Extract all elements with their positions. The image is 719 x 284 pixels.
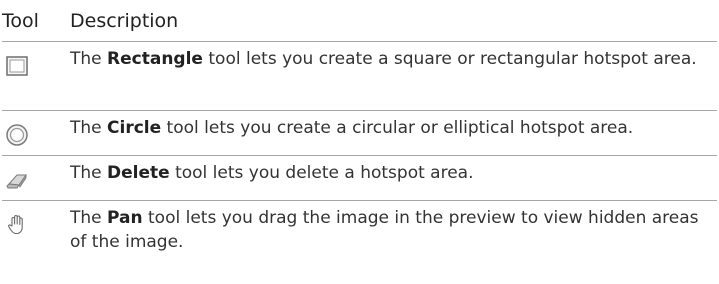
tool-name-pan: Pan — [107, 208, 143, 228]
hand-tool-icon — [8, 214, 23, 235]
table-row-pan: The Pan tool lets you drag the image in … — [2, 201, 717, 281]
description-delete: The Delete tool lets you delete a hotspo… — [70, 163, 474, 183]
table-row-rectangle: The Rectangle tool lets you create a squ… — [2, 42, 717, 111]
table-row-circle: The Circle tool lets you create a circul… — [2, 111, 717, 156]
description-pan: The Pan tool lets you drag the image in … — [70, 208, 699, 252]
rectangle-tool-icon — [6, 56, 28, 76]
table-header: Tool Description — [2, 0, 717, 42]
description-rectangle: The Rectangle tool lets you create a squ… — [70, 49, 697, 69]
eraser-tool-icon — [6, 173, 27, 189]
circle-tool-icon — [6, 124, 28, 146]
tools-table: Tool Description The Rectangle tool lets… — [2, 0, 717, 281]
description-circle: The Circle tool lets you create a circul… — [70, 118, 634, 138]
tool-name-circle: Circle — [107, 118, 162, 138]
header-tool: Tool — [2, 9, 39, 32]
header-description: Description — [70, 9, 179, 32]
table-row-delete: The Delete tool lets you delete a hotspo… — [2, 156, 717, 201]
tool-name-delete: Delete — [107, 163, 170, 183]
tool-name-rectangle: Rectangle — [107, 49, 203, 69]
